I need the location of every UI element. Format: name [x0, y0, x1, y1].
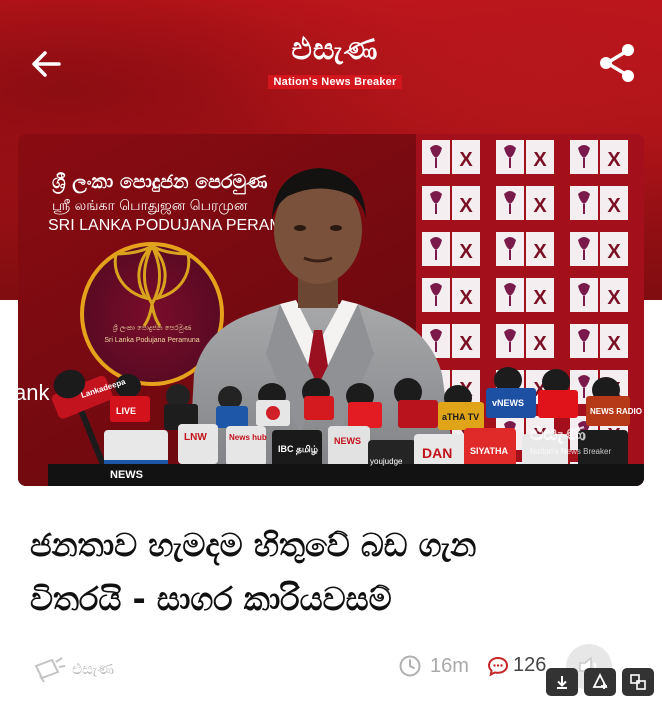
watermark-tagline: Nation's News Breaker — [530, 447, 611, 456]
seal-line-english: Sri Lanka Podujana Peramuna — [104, 337, 199, 344]
shield-button[interactable] — [584, 668, 616, 696]
source-label: එසැණ — [32, 656, 114, 682]
mic-label-12: NEWS RADIO — [590, 407, 642, 416]
brand-logo: එසැණ Nation's News Breaker — [250, 30, 420, 89]
time-ago: 16m — [430, 654, 469, 677]
comment-count: 126 — [513, 654, 547, 676]
headline-line-2: විතරයි - සාගර කාරියවසම් — [30, 580, 392, 618]
translate-icon — [630, 674, 646, 690]
mic-label-6: NEWS — [334, 436, 361, 446]
seal-line-sinhala: ශ්‍රී ලංකා පොදුජන පෙරමුණ — [113, 324, 192, 333]
mic-label-5: IBC தமிழ் — [278, 444, 318, 455]
article-headline[interactable]: ජනතාව හැමදම හිතුවේ බඩ ගැන විතරයි - සාගර … — [30, 518, 630, 626]
mic-label-3: LNW — [184, 432, 207, 443]
brand-name: එසැණ — [291, 32, 379, 67]
mic-label-4: News hub — [229, 433, 267, 442]
back-button[interactable] — [26, 44, 66, 84]
source-name: එසැණ — [72, 660, 114, 678]
clock-icon — [399, 655, 421, 677]
mic-label-7: youjudge — [370, 457, 403, 466]
mic-label-13: vNEWS — [492, 398, 524, 408]
news-photo[interactable]: X ශ්‍රී ලංකා පොදුජන පෙරමුණ ஸ்ரீ லங்கா பொ… — [18, 134, 644, 486]
party-name-sinhala: ශ්‍රී ලංකා පොදුජන පෙරමුණ — [52, 171, 268, 195]
share-icon — [600, 44, 634, 82]
mic-label-8: DAN — [422, 445, 452, 461]
publish-time: 16m — [398, 654, 469, 678]
share-button[interactable] — [594, 40, 640, 86]
megaphone-icon — [34, 657, 66, 682]
headline-line-1: ජනතාව හැමදම හිතුවේ බඩ ගැන — [30, 526, 477, 564]
watermark-name: එසැණ — [530, 421, 587, 445]
mic-label-11: aTHA TV — [442, 412, 479, 422]
brand-tagline: Nation's News Breaker — [267, 75, 403, 89]
translate-button[interactable] — [622, 668, 654, 696]
arrow-left-icon — [32, 51, 61, 77]
mic-label-2: LIVE — [116, 406, 136, 416]
mic-label-10: SIYATHA — [470, 446, 509, 456]
backdrop-partial-text: ank — [18, 380, 50, 405]
download-button[interactable] — [546, 668, 578, 696]
comments-count[interactable]: 126 — [487, 654, 546, 677]
download-icon — [557, 676, 567, 689]
article-meta-bar: එසැණ 16m 126 — [0, 640, 662, 704]
comment-icon — [487, 656, 509, 676]
shield-icon — [592, 673, 608, 689]
party-name-tamil: ஸ்ரீ லங்கா பொதுஜன பெரமுன — [52, 198, 248, 215]
mic-label-9: NEWS — [110, 469, 143, 481]
